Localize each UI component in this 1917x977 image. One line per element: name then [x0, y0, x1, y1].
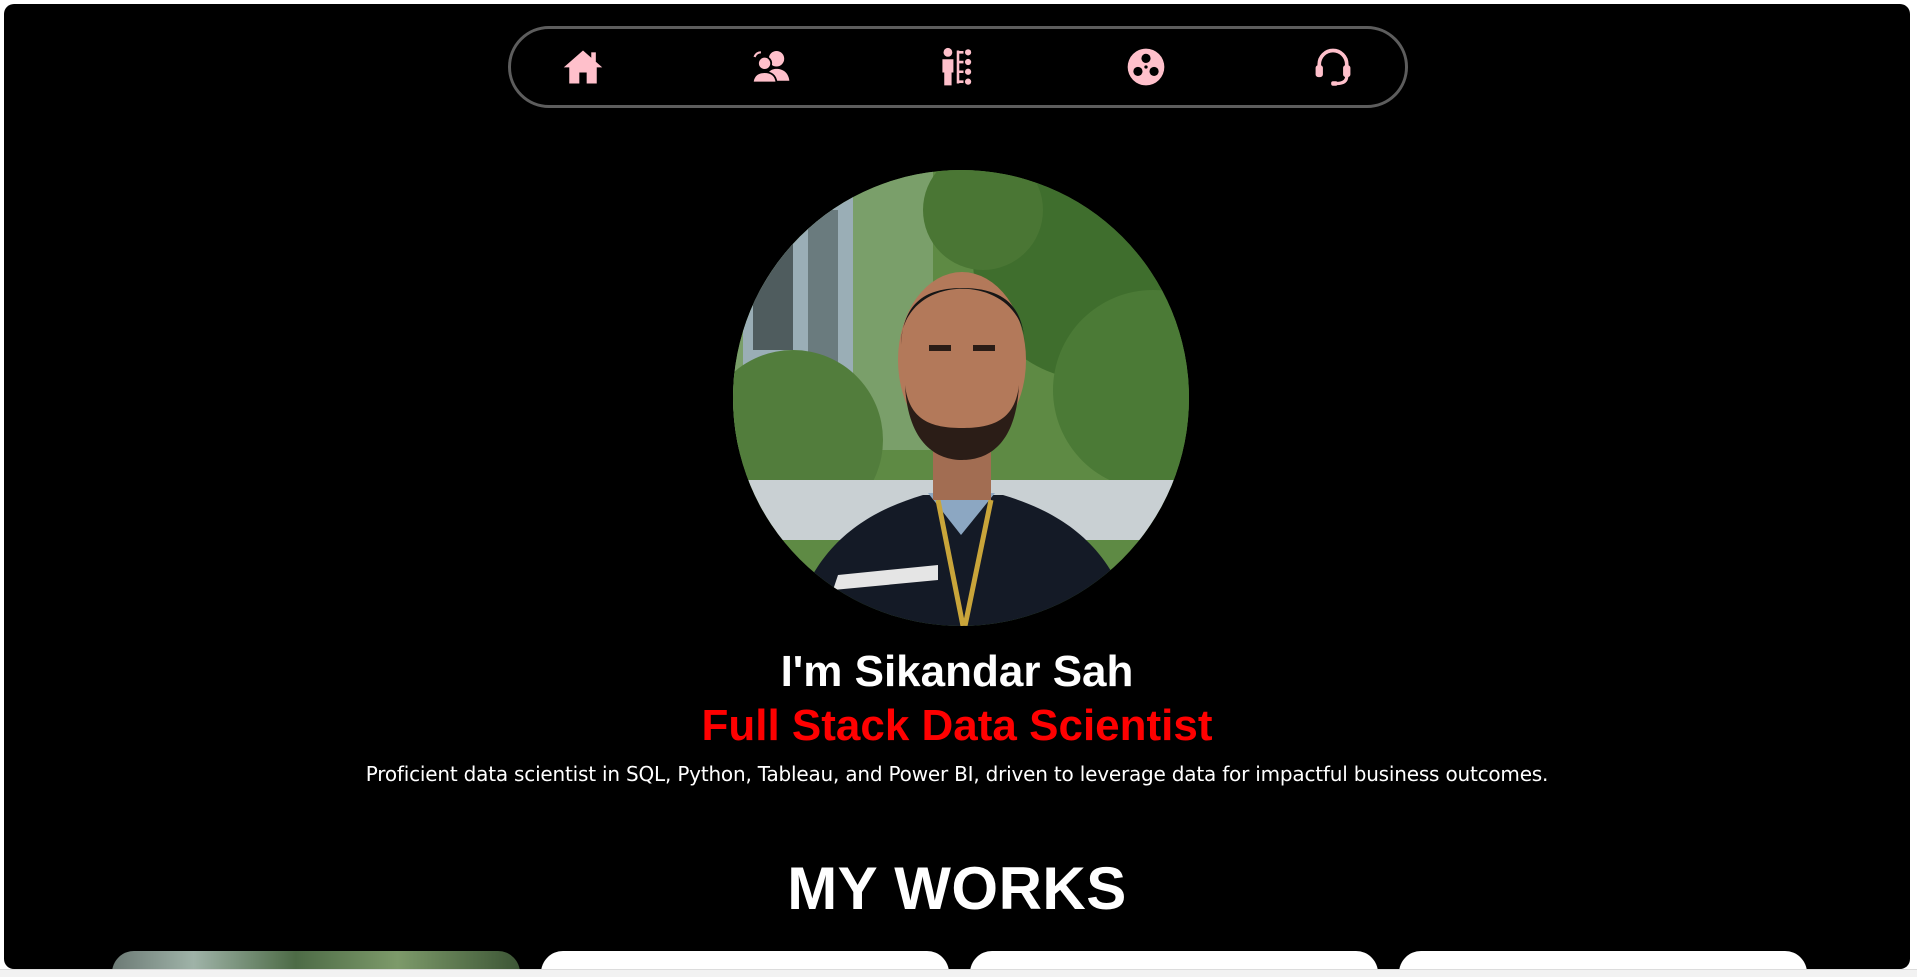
- users-chat-icon: [751, 51, 789, 84]
- nav-contact[interactable]: [1303, 37, 1363, 97]
- profile-description: Proficient data scientist in SQL, Python…: [365, 762, 1549, 786]
- person-hierarchy-icon: [942, 47, 972, 86]
- headset-icon: [1315, 48, 1351, 86]
- role-heading: Full Stack Data Scientist: [701, 701, 1213, 750]
- profile-photo: [733, 170, 1189, 626]
- work-card[interactable]: [112, 951, 520, 969]
- works-section-title: MY WORKS: [787, 855, 1127, 922]
- nav-about[interactable]: [741, 37, 801, 97]
- window-bottom-edge: [0, 969, 1917, 977]
- greeting-heading: I'm Sikandar Sah: [780, 647, 1134, 696]
- work-card[interactable]: [1399, 951, 1807, 969]
- page-frame: I'm Sikandar Sah Full Stack Data Scienti…: [4, 4, 1910, 969]
- nav-home[interactable]: [553, 37, 613, 97]
- work-card[interactable]: [970, 951, 1378, 969]
- nav-skills[interactable]: [928, 37, 988, 97]
- nav-projects[interactable]: [1116, 37, 1176, 97]
- film-reel-icon: [1127, 48, 1164, 86]
- top-nav: [508, 26, 1408, 108]
- work-card[interactable]: [541, 951, 949, 969]
- home-icon: [563, 50, 603, 84]
- profile-photo-illustration: [733, 170, 1189, 626]
